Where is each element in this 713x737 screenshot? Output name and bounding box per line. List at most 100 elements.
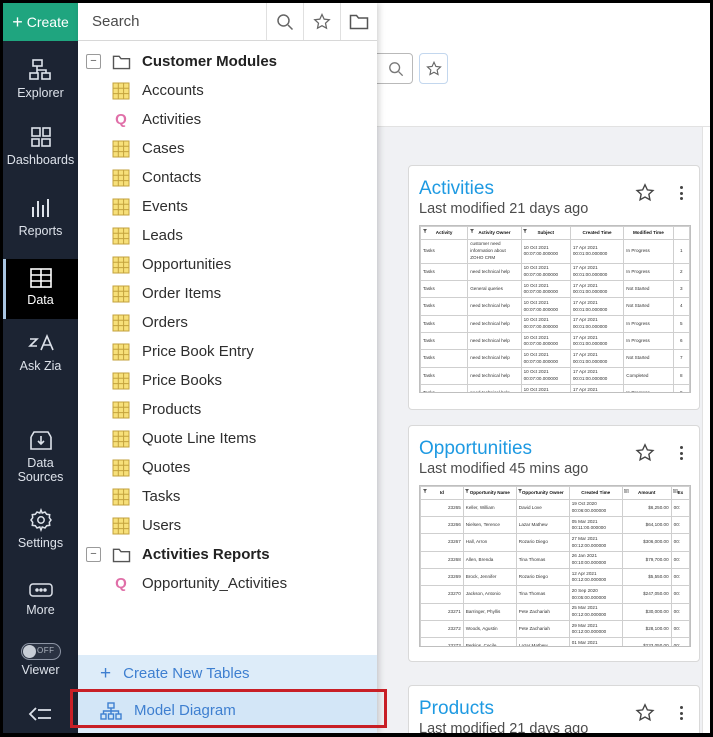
table-cell: David Love <box>515 498 570 518</box>
search-icon[interactable] <box>266 3 303 40</box>
kebab-menu-icon[interactable] <box>678 184 685 202</box>
table-row: 23265 Keller, William David Love 19 Oct 202… <box>420 498 690 518</box>
toggle-knob <box>22 645 36 658</box>
table-cell: Tasks <box>420 262 469 282</box>
sidebar-item-ask-zia[interactable]: Ask Zia <box>3 331 78 373</box>
tree-item-contacts[interactable]: Contacts <box>78 163 377 192</box>
table-cell: 23269 <box>420 568 464 587</box>
table-cell: 00: <box>670 516 690 535</box>
table-cell: need technical help <box>467 383 522 392</box>
query-table-icon: Q <box>115 575 127 592</box>
sidebar-item-settings[interactable]: Settings <box>3 508 78 550</box>
star-icon[interactable] <box>634 442 656 464</box>
table-cell: 17 Apr 2021 00:01:00.000000 <box>569 383 625 392</box>
folder-icon[interactable] <box>340 3 377 40</box>
table-cell: Woods, Agustin <box>462 620 517 639</box>
table-cell: Nielsen, Terence <box>462 516 517 535</box>
tree-item-price-books[interactable]: Price Books <box>78 366 377 395</box>
model-diagram-icon <box>100 701 122 720</box>
tree-item-users[interactable]: Users <box>78 511 377 540</box>
view-card-products[interactable]: Products Last modified 21 days ago <box>408 685 700 733</box>
create-button[interactable]: + Create <box>3 3 78 41</box>
tree-item-label: Cases <box>142 140 185 157</box>
create-new-tables-button[interactable]: + Create New Tables <box>78 655 377 692</box>
table-cell: $79,700.00 <box>621 550 672 570</box>
tree-item-tasks[interactable]: Tasks <box>78 482 377 511</box>
sidebar-item-explorer[interactable]: Explorer <box>3 58 78 100</box>
tree-item-label: Price Book Entry <box>142 343 254 360</box>
kebab-menu-icon[interactable] <box>678 704 685 722</box>
table-cell: 00: <box>670 568 690 587</box>
table-cell: need technical help <box>467 332 522 351</box>
tree-item-events[interactable]: Events <box>78 192 377 221</box>
table-cell: need technical help <box>467 262 522 282</box>
collapse-node-icon[interactable]: − <box>86 54 101 69</box>
tree-item-quote-line-items[interactable]: Quote Line Items <box>78 424 377 453</box>
star-icon[interactable] <box>303 3 340 40</box>
table-cell: 23270 <box>420 585 464 604</box>
sidebar-item-data-sources[interactable]: Data Sources <box>3 428 78 484</box>
views-search-input[interactable] <box>371 53 413 84</box>
collapse-sidebar-button[interactable] <box>3 705 78 727</box>
table-cell: Tasks <box>420 238 469 264</box>
folder-icon <box>111 547 131 563</box>
tree-item-label: Contacts <box>142 169 202 186</box>
view-card-opportunities[interactable]: Opportunities Last modified 45 mins ago … <box>408 425 700 662</box>
more-icon <box>28 583 53 597</box>
tree-item-price-book-entry[interactable]: Price Book Entry <box>78 337 377 366</box>
sidebar-item-more[interactable]: More <box>3 581 78 617</box>
tree-item-activities[interactable]: Q Activities <box>78 105 377 134</box>
tree-item-leads[interactable]: Leads <box>78 221 377 250</box>
tree-item-order-items[interactable]: Order Items <box>78 279 377 308</box>
table-cell: 10 Oct 2021 00:07:00.000000 <box>520 332 571 351</box>
table-cell: 17 Apr 2021 00:01:00.000000 <box>569 280 625 299</box>
tree-item-opportunities[interactable]: Opportunities <box>78 250 377 279</box>
tree-item-orders[interactable]: Orders <box>78 308 377 337</box>
tree-item-accounts[interactable]: Accounts <box>78 76 377 105</box>
model-diagram-label: Model Diagram <box>134 702 236 719</box>
table-row: 23266 Nielsen, Terence Lazar Mathew 05 Mar … <box>420 516 690 535</box>
viewer-toggle-item[interactable]: OFF Viewer <box>3 643 78 677</box>
star-icon[interactable] <box>634 182 656 204</box>
kebab-menu-icon[interactable] <box>678 444 685 462</box>
table-cell: need technical help <box>467 297 522 316</box>
column-header: Amount <box>621 485 672 500</box>
table-icon <box>111 227 131 245</box>
table-cell: 10 Oct 2021 00:07:00.000000 <box>520 349 571 368</box>
tree-item-products[interactable]: Products <box>78 395 377 424</box>
table-cell: Allen, Brenda <box>462 550 517 570</box>
column-header: Activity <box>420 225 469 240</box>
view-card-activities[interactable]: Activities Last modified 21 days ago Act… <box>408 165 700 410</box>
table-cell: need technical help <box>467 314 522 334</box>
favorites-filter-button[interactable] <box>419 53 448 84</box>
tree-item-customer-modules[interactable]: − Customer Modules <box>78 47 377 76</box>
star-icon[interactable] <box>634 702 656 724</box>
column-header: Id <box>420 485 464 500</box>
table-cell: 00: <box>670 498 690 518</box>
panel-search-input[interactable]: Search <box>78 3 266 40</box>
sidebar-item-reports[interactable]: Reports <box>3 196 78 238</box>
table-cell: Tasks <box>420 280 469 299</box>
sidebar-item-label: Settings <box>17 536 64 550</box>
tree-item-opportunity-activities[interactable]: Q Opportunity_Activities <box>78 569 377 598</box>
table-cell: Perkins, Cecile <box>462 637 517 646</box>
viewer-toggle[interactable]: OFF <box>20 643 61 660</box>
collapse-node-icon[interactable]: − <box>86 547 101 562</box>
scroll-gutter[interactable] <box>702 127 710 733</box>
table-row: 23268 Allen, Brenda Tina Thomas 26 Jan 2021… <box>420 550 690 570</box>
sidebar-item-data[interactable]: Data <box>3 259 78 319</box>
table-cell: Not Started <box>623 280 674 299</box>
tree-item-quotes[interactable]: Quotes <box>78 453 377 482</box>
table-cell: Lazar Mathew <box>515 516 570 535</box>
tree-item-cases[interactable]: Cases <box>78 134 377 163</box>
table-cell: Jackson, Antonio <box>462 585 517 604</box>
model-diagram-button[interactable]: Model Diagram <box>78 692 377 729</box>
sidebar-item-dashboards[interactable]: Dashboards <box>3 125 78 167</box>
table-cell: 05 Mar 2021 00:11:00.000000 <box>568 516 623 535</box>
table-icon <box>111 517 131 535</box>
table-cell: 20 Sep 2020 00:05:00.000000 <box>568 585 623 604</box>
table-cell: In Progress <box>623 262 674 282</box>
tree-item-activities-reports[interactable]: − Activities Reports <box>78 540 377 569</box>
table-cell: In Progress <box>623 238 674 264</box>
table-cell: Tasks <box>420 314 469 334</box>
